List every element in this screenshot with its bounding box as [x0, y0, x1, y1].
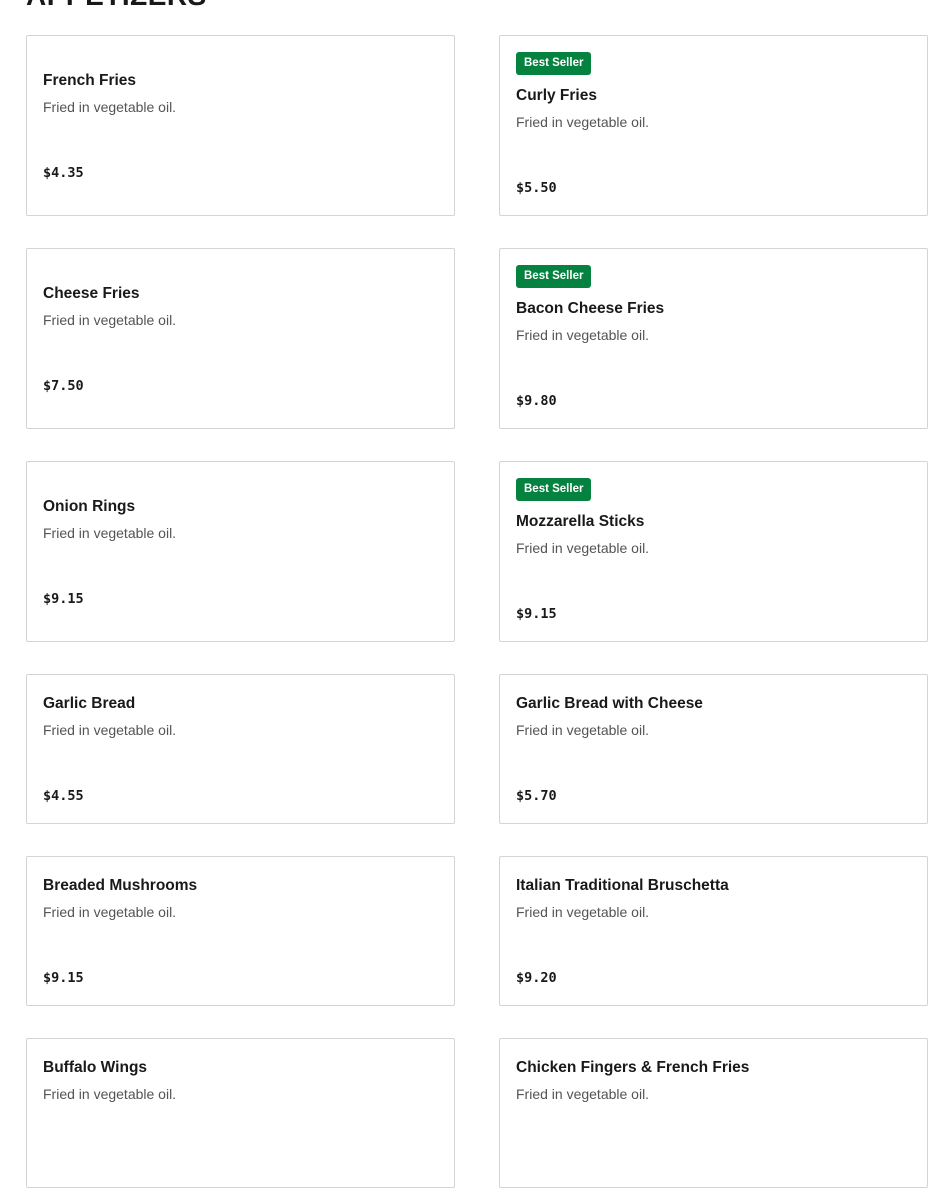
- menu-item-price: $9.15: [516, 606, 557, 622]
- menu-item-name: French Fries: [43, 72, 137, 89]
- menu-item-name: Mozzarella Sticks: [516, 513, 645, 530]
- menu-item-price: $4.55: [43, 788, 84, 804]
- best-seller-badge: Best Seller: [516, 265, 592, 288]
- menu-item-description: Fried in vegetable oil.: [516, 904, 650, 920]
- menu-item-name: Bacon Cheese Fries: [516, 300, 665, 317]
- section-title: APPETIZERS: [26, 0, 207, 10]
- menu-item-price: $9.15: [43, 970, 84, 986]
- menu-item-price: $9.15: [43, 591, 84, 607]
- menu-item-name: Onion Rings: [43, 498, 136, 515]
- menu-item-description: Fried in vegetable oil.: [43, 525, 177, 541]
- menu-item-price: $9.80: [516, 393, 557, 409]
- menu-item-price: $4.35: [43, 165, 84, 181]
- menu-item-price: $5.50: [516, 180, 557, 196]
- menu-item-card[interactable]: Chicken Fingers & French Fries Fried in …: [499, 1038, 928, 1188]
- menu-item-card[interactable]: Cheese Fries Fried in vegetable oil. $7.…: [26, 248, 455, 429]
- menu-item-card[interactable]: Onion Rings Fried in vegetable oil. $9.1…: [26, 461, 455, 642]
- menu-item-name: Chicken Fingers & French Fries: [516, 1059, 750, 1076]
- menu-item-description: Fried in vegetable oil.: [43, 99, 177, 115]
- menu-item-card[interactable]: Best Seller Curly Fries Fried in vegetab…: [499, 35, 928, 216]
- menu-item-name: Curly Fries: [516, 87, 597, 104]
- menu-item-description: Fried in vegetable oil.: [43, 722, 177, 738]
- menu-item-description: Fried in vegetable oil.: [43, 312, 177, 328]
- menu-item-price: $5.70: [516, 788, 557, 804]
- menu-item-name: Cheese Fries: [43, 285, 140, 302]
- menu-item-card[interactable]: Garlic Bread Fried in vegetable oil. $4.…: [26, 674, 455, 824]
- menu-item-description: Fried in vegetable oil.: [516, 722, 650, 738]
- best-seller-badge: Best Seller: [516, 478, 592, 501]
- menu-item-description: Fried in vegetable oil.: [516, 114, 650, 130]
- menu-item-name: Italian Traditional Bruschetta: [516, 877, 729, 894]
- menu-item-name: Breaded Mushrooms: [43, 877, 198, 894]
- menu-item-card[interactable]: Buffalo Wings Fried in vegetable oil.: [26, 1038, 455, 1188]
- menu-item-description: Fried in vegetable oil.: [516, 1086, 650, 1102]
- menu-item-card[interactable]: Best Seller Bacon Cheese Fries Fried in …: [499, 248, 928, 429]
- menu-item-card[interactable]: French Fries Fried in vegetable oil. $4.…: [26, 35, 455, 216]
- menu-item-description: Fried in vegetable oil.: [43, 1086, 177, 1102]
- menu-item-name: Garlic Bread with Cheese: [516, 695, 703, 712]
- menu-item-card[interactable]: Breaded Mushrooms Fried in vegetable oil…: [26, 856, 455, 1006]
- menu-item-description: Fried in vegetable oil.: [516, 327, 650, 343]
- best-seller-badge: Best Seller: [516, 52, 592, 75]
- menu-item-price: $9.20: [516, 970, 557, 986]
- menu-item-price: $7.50: [43, 378, 84, 394]
- menu-item-description: Fried in vegetable oil.: [516, 540, 650, 556]
- menu-item-name: Buffalo Wings: [43, 1059, 148, 1076]
- menu-item-card[interactable]: Best Seller Mozzarella Sticks Fried in v…: [499, 461, 928, 642]
- menu-item-card[interactable]: Garlic Bread with Cheese Fried in vegeta…: [499, 674, 928, 824]
- menu-item-description: Fried in vegetable oil.: [43, 904, 177, 920]
- menu-item-card[interactable]: Italian Traditional Bruschetta Fried in …: [499, 856, 928, 1006]
- menu-item-name: Garlic Bread: [43, 695, 136, 712]
